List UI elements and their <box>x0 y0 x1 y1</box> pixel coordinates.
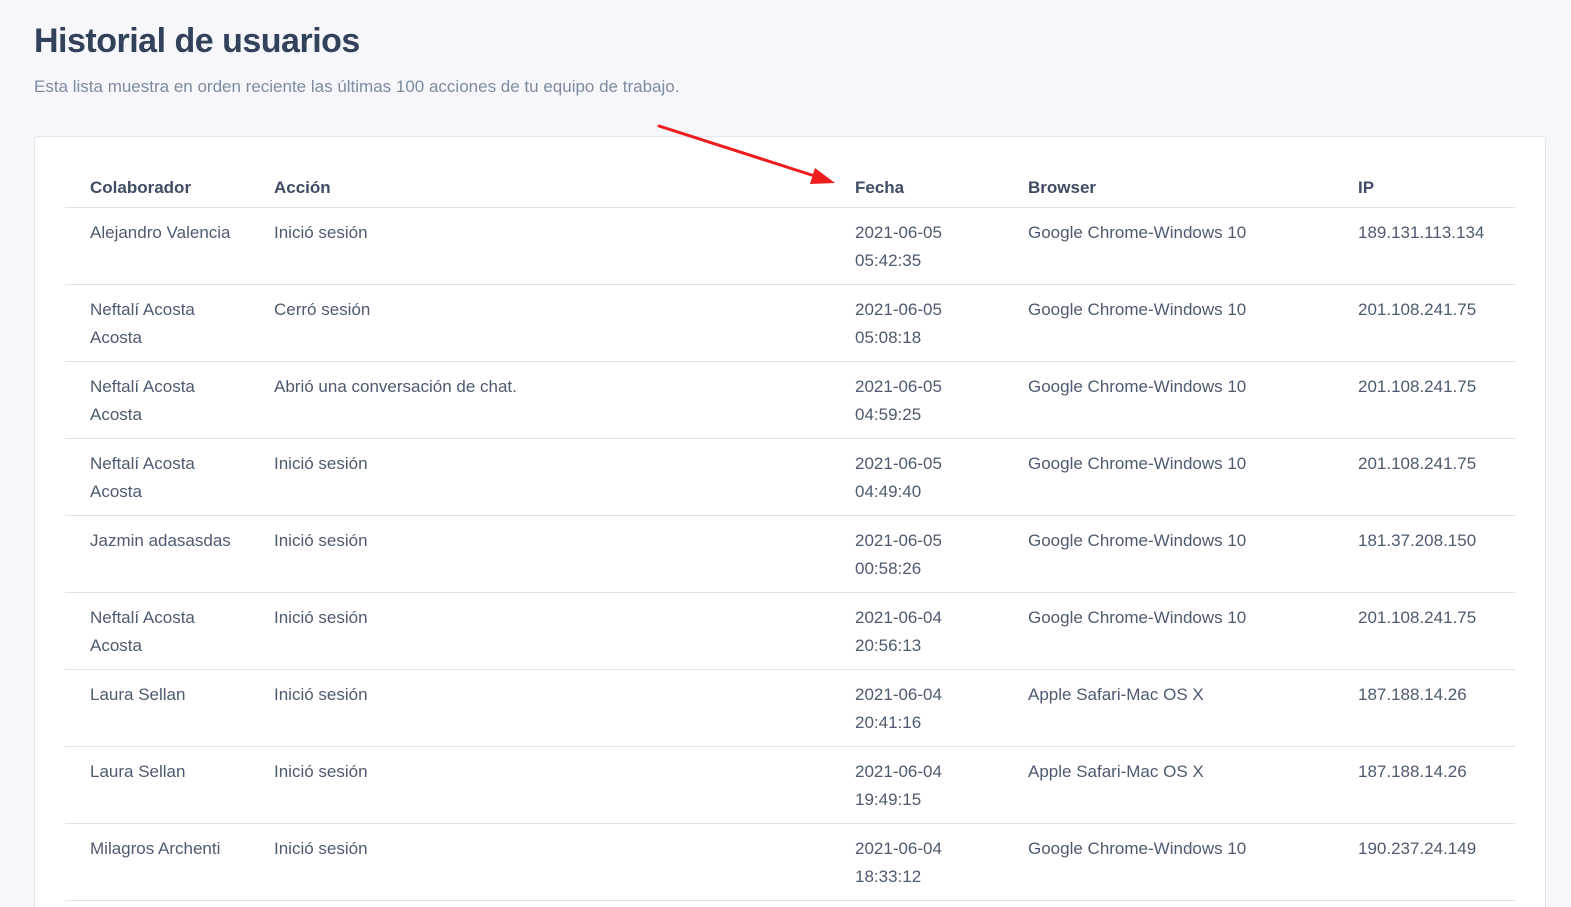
cell-colaborador: Laura Sellan <box>65 746 249 824</box>
cell-accion: Inició sesión <box>249 746 830 824</box>
cell-fecha: 2021-06-05 04:59:25 <box>830 361 1003 439</box>
cell-colaborador: Neftalí Acosta Acosta <box>65 284 249 362</box>
table-row: Neftalí Acosta Acosta Inició sesión 2021… <box>65 592 1515 670</box>
cell-browser: Google Chrome-Windows 10 <box>1003 207 1333 285</box>
cell-accion: Cerró sesión <box>249 284 830 362</box>
cell-ip: 201.108.241.75 <box>1333 592 1515 670</box>
table-row: Alejandro Valencia Inició sesión 2021-06… <box>65 207 1515 285</box>
column-header-ip: IP <box>1333 169 1515 208</box>
column-header-fecha: Fecha <box>830 169 1003 208</box>
history-table: Colaborador Acción Fecha Browser IP Alej… <box>65 169 1515 901</box>
cell-accion: Abrió una conversación de chat. <box>249 361 830 439</box>
page-title: Historial de usuarios <box>34 22 360 60</box>
cell-colaborador: Neftalí Acosta Acosta <box>65 361 249 439</box>
cell-ip: 190.237.24.149 <box>1333 823 1515 901</box>
cell-colaborador: Milagros Archenti <box>65 823 249 901</box>
cell-ip: 201.108.241.75 <box>1333 438 1515 516</box>
cell-ip: 189.131.113.134 <box>1333 207 1515 285</box>
cell-colaborador: Jazmin adasasdas <box>65 515 249 593</box>
cell-fecha: 2021-06-04 20:56:13 <box>830 592 1003 670</box>
table-row: Neftalí Acosta Acosta Abrió una conversa… <box>65 361 1515 439</box>
cell-accion: Inició sesión <box>249 515 830 593</box>
cell-fecha: 2021-06-04 20:41:16 <box>830 669 1003 747</box>
cell-browser: Apple Safari-Mac OS X <box>1003 669 1333 747</box>
cell-fecha: 2021-06-05 04:49:40 <box>830 438 1003 516</box>
cell-accion: Inició sesión <box>249 823 830 901</box>
cell-ip: 201.108.241.75 <box>1333 284 1515 362</box>
table-row: Jazmin adasasdas Inició sesión 2021-06-0… <box>65 515 1515 593</box>
cell-browser: Google Chrome-Windows 10 <box>1003 515 1333 593</box>
column-header-browser: Browser <box>1003 169 1333 208</box>
table-row: Milagros Archenti Inició sesión 2021-06-… <box>65 823 1515 901</box>
cell-ip: 181.37.208.150 <box>1333 515 1515 593</box>
cell-colaborador: Alejandro Valencia <box>65 207 249 285</box>
cell-accion: Inició sesión <box>249 592 830 670</box>
cell-browser: Google Chrome-Windows 10 <box>1003 361 1333 439</box>
cell-browser: Google Chrome-Windows 10 <box>1003 284 1333 362</box>
table-row: Laura Sellan Inició sesión 2021-06-04 20… <box>65 669 1515 747</box>
cell-fecha: 2021-06-04 18:33:12 <box>830 823 1003 901</box>
cell-browser: Google Chrome-Windows 10 <box>1003 438 1333 516</box>
cell-fecha: 2021-06-05 00:58:26 <box>830 515 1003 593</box>
cell-colaborador: Neftalí Acosta Acosta <box>65 592 249 670</box>
cell-colaborador: Neftalí Acosta Acosta <box>65 438 249 516</box>
cell-accion: Inició sesión <box>249 207 830 285</box>
cell-accion: Inició sesión <box>249 438 830 516</box>
cell-ip: 187.188.14.26 <box>1333 669 1515 747</box>
table-row: Neftalí Acosta Acosta Cerró sesión 2021-… <box>65 284 1515 362</box>
cell-fecha: 2021-06-05 05:08:18 <box>830 284 1003 362</box>
cell-fecha: 2021-06-04 19:49:15 <box>830 746 1003 824</box>
cell-colaborador: Laura Sellan <box>65 669 249 747</box>
cell-ip: 187.188.14.26 <box>1333 746 1515 824</box>
table-row: Laura Sellan Inició sesión 2021-06-04 19… <box>65 746 1515 824</box>
cell-browser: Google Chrome-Windows 10 <box>1003 823 1333 901</box>
table-row: Neftalí Acosta Acosta Inició sesión 2021… <box>65 438 1515 516</box>
cell-ip: 201.108.241.75 <box>1333 361 1515 439</box>
page-subtitle: Esta lista muestra en orden reciente las… <box>34 77 680 96</box>
table-header-row: Colaborador Acción Fecha Browser IP <box>65 169 1515 208</box>
column-header-colaborador: Colaborador <box>65 169 249 208</box>
page: Historial de usuarios Esta lista muestra… <box>0 0 1571 907</box>
cell-browser: Apple Safari-Mac OS X <box>1003 746 1333 824</box>
cell-accion: Inició sesión <box>249 669 830 747</box>
column-header-accion: Acción <box>249 169 830 208</box>
cell-fecha: 2021-06-05 05:42:35 <box>830 207 1003 285</box>
history-card: Colaborador Acción Fecha Browser IP Alej… <box>34 136 1546 907</box>
cell-browser: Google Chrome-Windows 10 <box>1003 592 1333 670</box>
